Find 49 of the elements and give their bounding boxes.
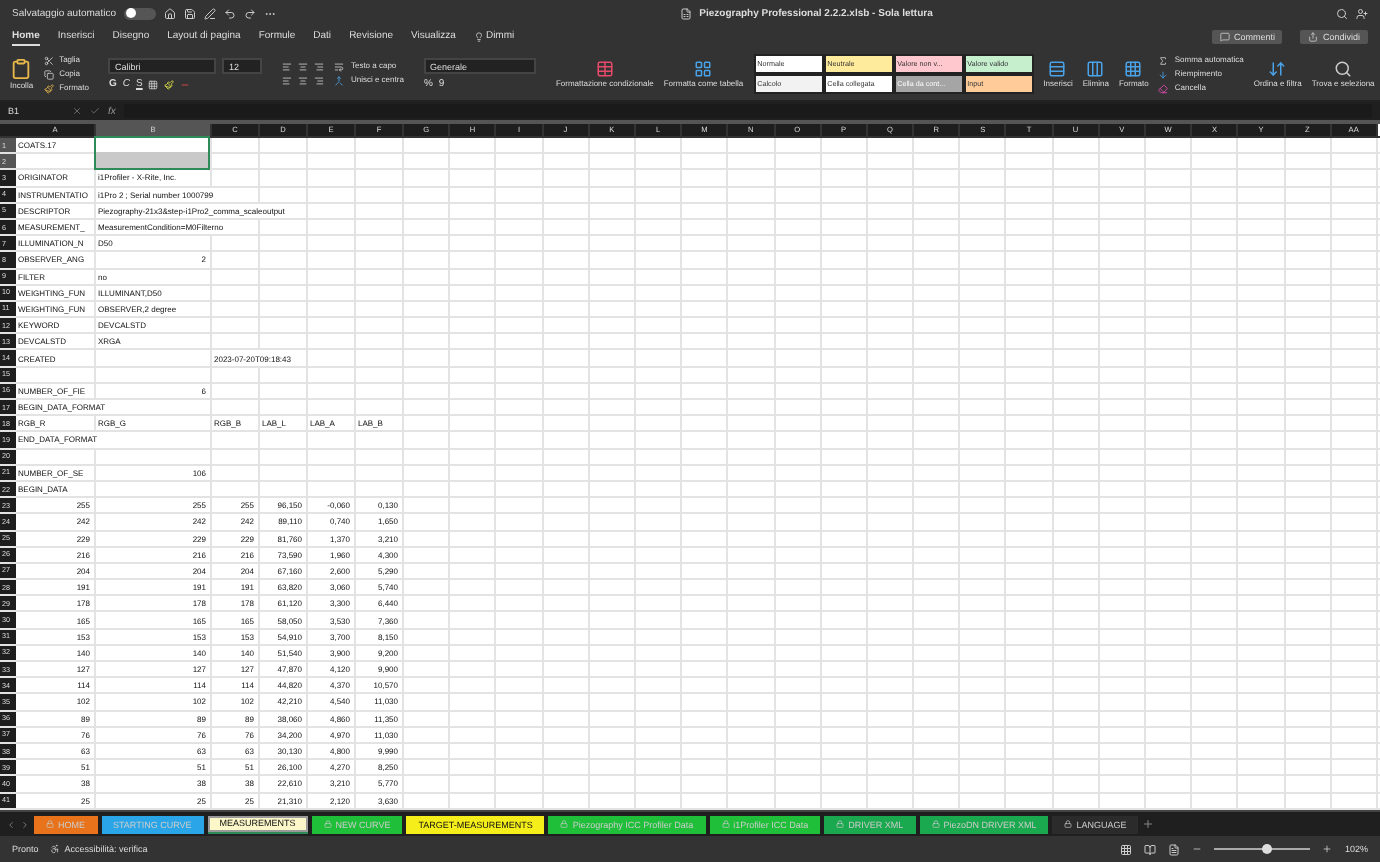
brush-icon[interactable]: [43, 83, 54, 93]
formula-field[interactable]: [123, 104, 1372, 118]
eraser-icon[interactable]: [1158, 83, 1169, 93]
autosave-toggle[interactable]: [123, 7, 156, 19]
zoom-in-icon[interactable]: [1322, 844, 1333, 854]
page-break-icon[interactable]: [1168, 843, 1181, 855]
add-sheet-icon[interactable]: [1142, 818, 1155, 830]
person-icon[interactable]: [1356, 7, 1369, 19]
fill-icon[interactable]: [1158, 69, 1169, 79]
zoom-thumb[interactable]: [1262, 843, 1273, 853]
confirm-icon[interactable]: [90, 106, 100, 116]
align-right-icon[interactable]: [314, 76, 325, 86]
normal-view-icon[interactable]: [1120, 843, 1133, 855]
home-icon[interactable]: [163, 7, 176, 19]
selected-cell[interactable]: [94, 152, 210, 171]
search-icon[interactable]: [1334, 59, 1353, 78]
align-top-icon[interactable]: [282, 62, 293, 72]
redo-icon[interactable]: [243, 7, 256, 19]
spreadsheet-icon: [679, 7, 692, 19]
align-left-icon[interactable]: [282, 76, 293, 86]
comment-icon: [1219, 32, 1230, 42]
next-icon[interactable]: [20, 819, 30, 829]
align-center-icon[interactable]: [298, 76, 309, 86]
wrap-text-icon[interactable]: [334, 62, 345, 72]
format-icon[interactable]: [1124, 59, 1143, 78]
delete-icon[interactable]: [1086, 59, 1105, 78]
fill-color-icon[interactable]: [164, 79, 175, 89]
zoom-out-icon[interactable]: [1192, 844, 1203, 854]
merge-icon[interactable]: [334, 76, 345, 86]
share-icon: [1308, 32, 1319, 42]
save-icon[interactable]: [183, 7, 196, 19]
clipboard-icon[interactable]: [10, 57, 33, 80]
sort-icon[interactable]: [1268, 59, 1287, 78]
lightbulb-icon: [473, 31, 484, 41]
scissors-icon[interactable]: [43, 55, 54, 65]
align-bottom-icon[interactable]: [314, 62, 325, 72]
search-icon[interactable]: [1336, 7, 1349, 19]
border-icon[interactable]: [148, 79, 159, 89]
align-middle-icon[interactable]: [298, 62, 309, 72]
table-icon[interactable]: [694, 59, 713, 78]
conditional-format-icon[interactable]: [595, 59, 614, 78]
page-layout-icon[interactable]: [1144, 843, 1157, 855]
undo-icon[interactable]: [223, 7, 236, 19]
copy-icon[interactable]: [43, 69, 54, 79]
accessibility-icon: [50, 844, 61, 854]
previous-icon[interactable]: [6, 819, 16, 829]
edit-icon[interactable]: [203, 7, 216, 19]
insert-icon[interactable]: [1048, 59, 1067, 78]
sum-icon[interactable]: [1158, 55, 1169, 65]
